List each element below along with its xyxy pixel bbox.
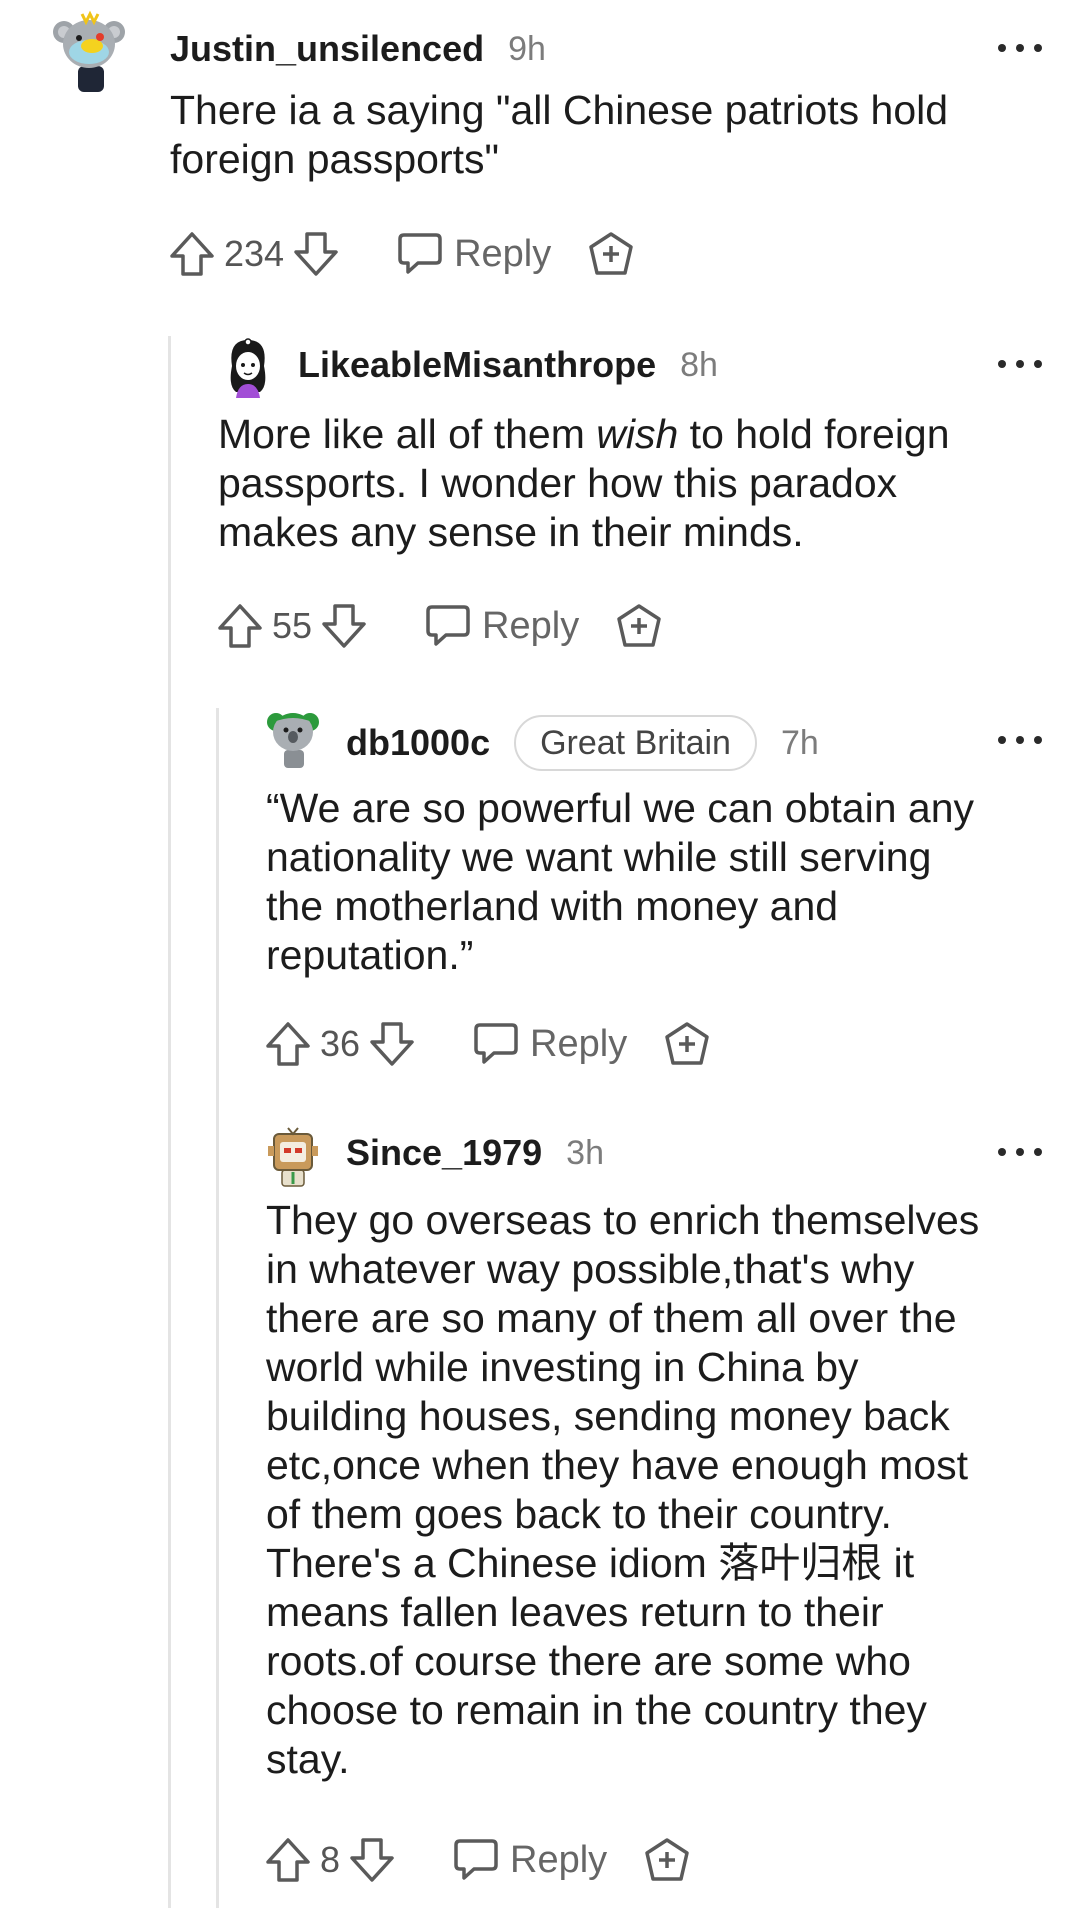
comment-body: “We are so powerful we can obtain any na… <box>266 784 974 980</box>
vote-score: 8 <box>320 1839 341 1880</box>
comment-body-line: means fallen leaves return to their <box>266 1589 884 1635</box>
comment-body-line: choose to remain in the country they <box>266 1687 927 1733</box>
comment-body-line: of them goes back to their country. <box>266 1491 892 1537</box>
comment-body-line: there are so many of them all over the <box>266 1295 957 1341</box>
more-options-icon[interactable] <box>998 730 1042 750</box>
comment-body: More like all of them wish to hold forei… <box>218 410 950 557</box>
reply-label: Reply <box>530 1022 628 1065</box>
body-emphasis: wish <box>596 411 679 457</box>
downvote-arrow-icon[interactable] <box>348 1836 396 1884</box>
downvote-arrow-icon[interactable] <box>292 230 340 278</box>
girl-avatar-icon <box>230 338 266 398</box>
comment-body-line: They go overseas to enrich themselves <box>266 1197 980 1243</box>
username[interactable]: Justin_unsilenced <box>170 28 484 70</box>
upvote-arrow-icon[interactable] <box>264 1020 312 1068</box>
reply-button[interactable]: Reply <box>472 1021 627 1067</box>
vote-score: 55 <box>272 605 313 646</box>
comment-body: There ia a saying "all Chinese patriots … <box>170 86 948 184</box>
comment-header: LikeableMisanthrope 8h <box>298 340 718 390</box>
body-text-segment: More like all of them <box>218 411 597 457</box>
comment-body-line: makes any sense in their minds. <box>218 509 804 555</box>
chat-bubble-icon <box>454 1839 498 1880</box>
chat-bubble-icon <box>398 233 442 274</box>
comment-header: db1000c Great Britain 7h <box>346 715 819 771</box>
award-plus-icon[interactable] <box>663 1020 711 1068</box>
timestamp: 9h <box>508 29 546 68</box>
comment-body-line: passports. I wonder how this paradox <box>218 460 898 506</box>
comment-body-line: world while investing in China by <box>266 1344 859 1390</box>
upvote-arrow-icon[interactable] <box>216 602 264 650</box>
body-text-segment: to hold foreign <box>678 411 950 457</box>
downvote-arrow-icon[interactable] <box>320 602 368 650</box>
vote-score: 36 <box>320 1023 361 1064</box>
comment-actions: 234 Reply <box>168 226 635 282</box>
timestamp: 8h <box>680 345 718 384</box>
comment-body-line: More like all of them wish to hold forei… <box>218 410 950 459</box>
comment-body-line: roots.of course there are some who <box>266 1638 911 1684</box>
comment-body-line: nationality we want while still serving <box>266 834 932 880</box>
award-plus-icon[interactable] <box>643 1836 691 1884</box>
reply-button[interactable]: Reply <box>452 1837 607 1883</box>
comment-body-line: etc,once when they have enough most <box>266 1442 969 1488</box>
thread-line-level-1[interactable] <box>168 336 171 1908</box>
comment-header: Since_1979 3h <box>346 1128 604 1178</box>
avatar[interactable] <box>222 336 288 402</box>
avatar[interactable] <box>266 706 332 772</box>
comment-header: Justin_unsilenced 9h <box>170 24 546 74</box>
chat-bubble-icon <box>474 1023 518 1064</box>
comment-body-line: “We are so powerful we can obtain any <box>266 785 975 831</box>
comment-actions: 36 Reply <box>264 1016 711 1072</box>
comment-body-line: in whatever way possible,that's why <box>266 1246 915 1292</box>
robot-avatar-icon <box>268 1127 318 1187</box>
vote-score: 234 <box>224 233 285 274</box>
chat-bubble-icon <box>426 605 470 646</box>
comment-body-line: reputation.” <box>266 932 474 978</box>
comment-body-line: stay. <box>266 1736 350 1782</box>
timestamp: 3h <box>566 1133 604 1172</box>
reply-button[interactable]: Reply <box>424 603 579 649</box>
comment-actions: 8 Reply <box>264 1832 691 1888</box>
username[interactable]: LikeableMisanthrope <box>298 344 656 386</box>
upvote-arrow-icon[interactable] <box>168 230 216 278</box>
more-options-icon[interactable] <box>998 38 1042 58</box>
koala-avatar-icon <box>267 713 319 768</box>
more-options-icon[interactable] <box>998 354 1042 374</box>
more-options-icon[interactable] <box>998 1142 1042 1162</box>
reply-label: Reply <box>454 232 552 275</box>
avatar[interactable] <box>266 1126 332 1192</box>
koala-avatar-icon <box>53 10 125 92</box>
reply-button[interactable]: Reply <box>396 231 551 277</box>
award-plus-icon[interactable] <box>587 230 635 278</box>
timestamp: 7h <box>780 723 819 762</box>
thread-line-level-2[interactable] <box>216 708 219 1908</box>
reply-label: Reply <box>482 604 580 647</box>
comment-body-line: building houses, sending money back <box>266 1393 950 1439</box>
avatar[interactable] <box>52 10 125 92</box>
comment-body-line: foreign passports" <box>170 136 500 182</box>
upvote-arrow-icon[interactable] <box>264 1836 312 1884</box>
comment-body-line: There's a Chinese idiom 落叶归根 it <box>266 1540 915 1586</box>
username[interactable]: Since_1979 <box>346 1132 542 1174</box>
comment-body: They go overseas to enrich themselves in… <box>266 1196 979 1784</box>
comment-body-line: the motherland with money and <box>266 883 839 929</box>
user-flair: Great Britain <box>514 715 757 771</box>
award-plus-icon[interactable] <box>615 602 663 650</box>
reply-label: Reply <box>510 1838 608 1881</box>
comment-actions: 55 Reply <box>216 598 663 654</box>
comment-body-line: There ia a saying "all Chinese patriots … <box>170 87 949 133</box>
username[interactable]: db1000c <box>346 722 490 764</box>
downvote-arrow-icon[interactable] <box>368 1020 416 1068</box>
